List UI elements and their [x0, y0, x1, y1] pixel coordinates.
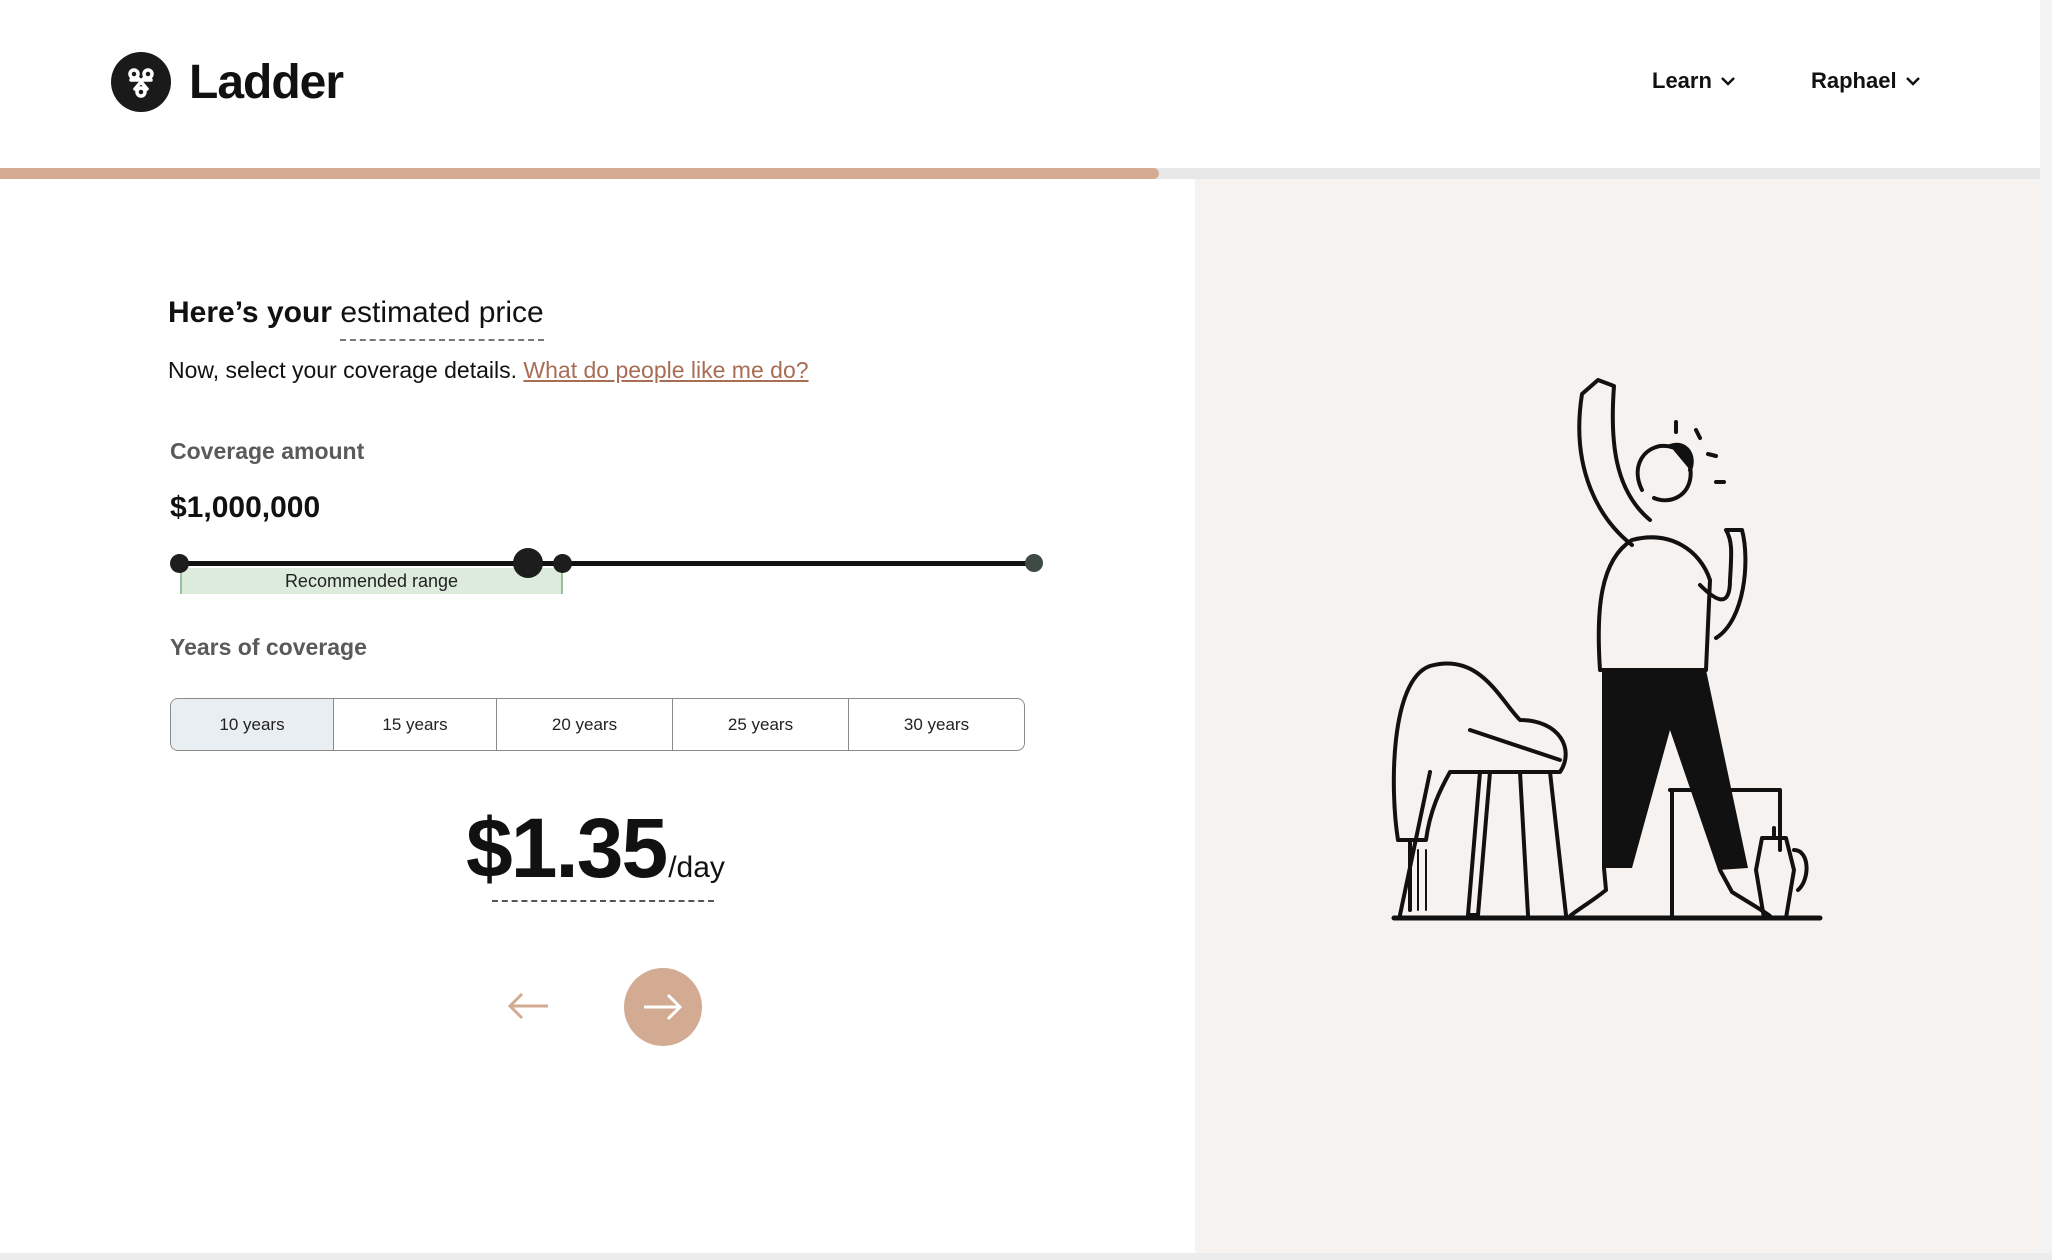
brand-name: Ladder: [189, 55, 344, 109]
page-title: Here’s your estimated price: [168, 296, 544, 341]
chevron-down-icon: [1905, 77, 1920, 86]
slider-min-dot: [170, 554, 189, 573]
price-unit: /day: [668, 851, 725, 884]
next-button[interactable]: [624, 968, 702, 1046]
recommended-end-dot: [553, 554, 572, 573]
coverage-amount-value: $1,000,000: [170, 491, 321, 524]
coverage-amount-label: Coverage amount: [170, 438, 365, 464]
logo[interactable]: Ladder: [111, 52, 344, 112]
ladder-logo-icon: [111, 52, 171, 112]
bottom-border: [0, 1253, 2052, 1260]
years-of-coverage-label: Years of coverage: [170, 634, 367, 660]
slider-track[interactable]: [180, 561, 1034, 566]
progress-bar: [0, 168, 2040, 179]
year-option-30[interactable]: 30 years: [849, 699, 1024, 750]
slider-handle[interactable]: [513, 548, 543, 578]
arrow-right-icon: [644, 993, 683, 1021]
title-prefix: Here’s your: [168, 296, 332, 329]
celebrating-person-illustration: [1391, 378, 1823, 921]
coverage-slider[interactable]: Recommended range: [170, 545, 1050, 605]
subtitle-text: Now, select your coverage details.: [168, 357, 518, 383]
year-option-20[interactable]: 20 years: [497, 699, 673, 750]
page-subtitle: Now, select your coverage details. What …: [168, 357, 809, 384]
progress-fill: [0, 168, 1159, 179]
chevron-down-icon: [1721, 77, 1735, 86]
year-option-10[interactable]: 10 years: [171, 699, 334, 750]
title-highlight[interactable]: estimated price: [340, 296, 544, 341]
nav-user-menu[interactable]: Raphael: [1811, 68, 1921, 94]
nav-user-label: Raphael: [1811, 68, 1897, 93]
nav-learn-menu[interactable]: Learn: [1652, 68, 1736, 94]
page-scrollbar[interactable]: [2040, 0, 2052, 1260]
header: Ladder Learn Raphael: [0, 0, 2040, 168]
arrow-left-icon: [507, 992, 548, 1020]
what-do-people-link[interactable]: What do people like me do?: [523, 357, 808, 383]
slider-max-dot: [1025, 554, 1043, 572]
estimated-price: $1.35 /day: [466, 800, 725, 897]
years-selector: 10 years 15 years 20 years 25 years 30 y…: [170, 698, 1025, 751]
price-underline: [492, 900, 714, 902]
recommended-range: Recommended range: [180, 568, 563, 594]
price-value: $1.35: [466, 801, 668, 895]
year-option-15[interactable]: 15 years: [334, 699, 497, 750]
year-option-25[interactable]: 25 years: [673, 699, 849, 750]
back-button[interactable]: [503, 986, 553, 1026]
nav-learn-label: Learn: [1652, 68, 1712, 93]
